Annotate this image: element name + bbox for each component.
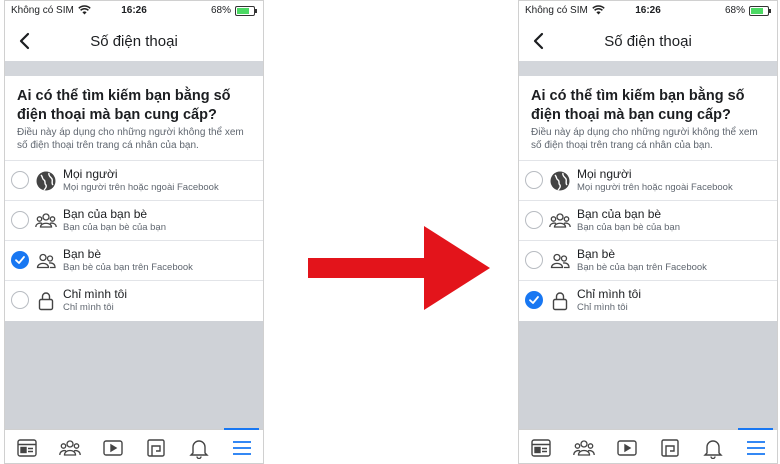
tab-notifications[interactable] bbox=[691, 430, 734, 463]
red-arrow-icon bbox=[308, 226, 490, 310]
lock-icon bbox=[549, 290, 571, 312]
section-divider bbox=[519, 61, 777, 76]
watch-icon bbox=[617, 440, 637, 456]
friends-icon bbox=[35, 250, 57, 272]
option-friends[interactable]: Bạn bè Bạn bè của bạn trên Facebook bbox=[519, 240, 777, 280]
status-bar: Không có SIM 16:26 68% bbox=[5, 1, 263, 21]
radio-button-checked[interactable] bbox=[525, 291, 543, 309]
privacy-settings-panel: Ai có thể tìm kiếm bạn bằng số điện thoạ… bbox=[5, 76, 263, 321]
phone-screen-after: Không có SIM 16:26 68% Số điện thoại Ai … bbox=[518, 0, 778, 464]
phone-screen-before: Không có SIM 16:26 68% Số điện thoại Ai … bbox=[4, 0, 264, 464]
notifications-icon bbox=[189, 440, 209, 459]
radio-button[interactable] bbox=[11, 291, 29, 309]
option-friends[interactable]: Bạn bè Bạn bè của bạn trên Facebook bbox=[5, 240, 263, 280]
news-feed-icon bbox=[17, 439, 37, 457]
option-subtitle: Bạn của bạn bè của bạn bbox=[63, 222, 167, 233]
question-heading: Ai có thể tìm kiếm bạn bằng số điện thoạ… bbox=[531, 88, 745, 123]
tab-news-feed[interactable] bbox=[5, 430, 48, 463]
tab-bar bbox=[519, 428, 777, 463]
nav-bar: Số điện thoại bbox=[5, 25, 263, 61]
radio-button-checked[interactable] bbox=[11, 251, 29, 269]
menu-icon bbox=[233, 441, 251, 455]
marketplace-icon bbox=[661, 439, 679, 457]
notifications-icon bbox=[703, 440, 723, 459]
radio-button[interactable] bbox=[11, 171, 29, 189]
globe-icon bbox=[549, 170, 571, 192]
globe-icon bbox=[35, 170, 57, 192]
marketplace-icon bbox=[147, 439, 165, 457]
option-subtitle: Chỉ mình tôi bbox=[63, 302, 114, 313]
option-subtitle: Bạn của bạn bè của bạn bbox=[577, 222, 681, 233]
option-subtitle: Chỉ mình tôi bbox=[577, 302, 628, 313]
friends-icon bbox=[549, 250, 571, 272]
battery-icon bbox=[749, 6, 771, 16]
tab-notifications[interactable] bbox=[177, 430, 220, 463]
menu-icon bbox=[747, 441, 765, 455]
option-only-me[interactable]: Chỉ mình tôi Chỉ mình tôi bbox=[5, 280, 263, 320]
battery-icon bbox=[235, 6, 257, 16]
option-title: Mọi người bbox=[63, 167, 118, 181]
groups-icon bbox=[59, 440, 81, 456]
page-title: Số điện thoại bbox=[90, 33, 178, 50]
news-feed-icon bbox=[531, 439, 551, 457]
question-heading: Ai có thể tìm kiếm bạn bằng số điện thoạ… bbox=[17, 88, 231, 123]
battery-percent: 68% bbox=[210, 5, 231, 16]
tab-marketplace[interactable] bbox=[648, 430, 691, 463]
option-title: Bạn bè bbox=[63, 247, 102, 261]
tab-watch[interactable] bbox=[91, 430, 134, 463]
tab-watch[interactable] bbox=[605, 430, 648, 463]
radio-button[interactable] bbox=[11, 211, 29, 229]
question-description: Điều này áp dụng cho những người không t… bbox=[17, 127, 244, 151]
page-title: Số điện thoại bbox=[604, 33, 692, 50]
option-title: Bạn bè bbox=[577, 247, 616, 261]
option-only-me[interactable]: Chỉ mình tôi Chỉ mình tôi bbox=[519, 280, 777, 320]
battery-percent: 68% bbox=[724, 5, 745, 16]
friends-of-friends-icon bbox=[549, 210, 571, 232]
option-title: Chỉ mình tôi bbox=[577, 287, 642, 301]
radio-button[interactable] bbox=[525, 251, 543, 269]
option-subtitle: Bạn bè của bạn trên Facebook bbox=[63, 262, 193, 273]
radio-button[interactable] bbox=[525, 171, 543, 189]
question-description: Điều này áp dụng cho những người không t… bbox=[531, 127, 758, 151]
friends-of-friends-icon bbox=[35, 210, 57, 232]
empty-background bbox=[519, 321, 777, 429]
option-title: Chỉ mình tôi bbox=[63, 287, 128, 301]
tab-groups[interactable] bbox=[562, 430, 605, 463]
tab-groups[interactable] bbox=[48, 430, 91, 463]
groups-icon bbox=[573, 440, 595, 456]
radio-button[interactable] bbox=[525, 211, 543, 229]
tab-bar bbox=[5, 428, 263, 463]
option-everyone[interactable]: Mọi người Mọi người trên hoặc ngoài Face… bbox=[5, 160, 263, 200]
tab-menu[interactable] bbox=[734, 428, 777, 463]
option-title: Mọi người bbox=[577, 167, 632, 181]
lock-icon bbox=[35, 290, 57, 312]
privacy-settings-panel: Ai có thể tìm kiếm bạn bằng số điện thoạ… bbox=[519, 76, 777, 321]
watch-icon bbox=[103, 440, 123, 456]
option-subtitle: Mọi người trên hoặc ngoài Facebook bbox=[577, 182, 733, 193]
option-friends-of-friends[interactable]: Bạn của bạn bè Bạn của bạn bè của bạn bbox=[5, 200, 263, 240]
nav-bar: Số điện thoại bbox=[519, 25, 777, 61]
option-title: Bạn của bạn bè bbox=[63, 207, 148, 221]
tab-news-feed[interactable] bbox=[519, 430, 562, 463]
section-divider bbox=[5, 61, 263, 76]
status-bar: Không có SIM 16:26 68% bbox=[519, 1, 777, 21]
checkmark-icon bbox=[529, 296, 539, 304]
tab-menu[interactable] bbox=[220, 428, 263, 463]
option-subtitle: Bạn bè của bạn trên Facebook bbox=[577, 262, 707, 273]
checkmark-icon bbox=[15, 256, 25, 264]
option-subtitle: Mọi người trên hoặc ngoài Facebook bbox=[63, 182, 219, 193]
tab-marketplace[interactable] bbox=[134, 430, 177, 463]
option-title: Bạn của bạn bè bbox=[577, 207, 662, 221]
option-everyone[interactable]: Mọi người Mọi người trên hoặc ngoài Face… bbox=[519, 160, 777, 200]
option-friends-of-friends[interactable]: Bạn của bạn bè Bạn của bạn bè của bạn bbox=[519, 200, 777, 240]
empty-background bbox=[5, 321, 263, 429]
